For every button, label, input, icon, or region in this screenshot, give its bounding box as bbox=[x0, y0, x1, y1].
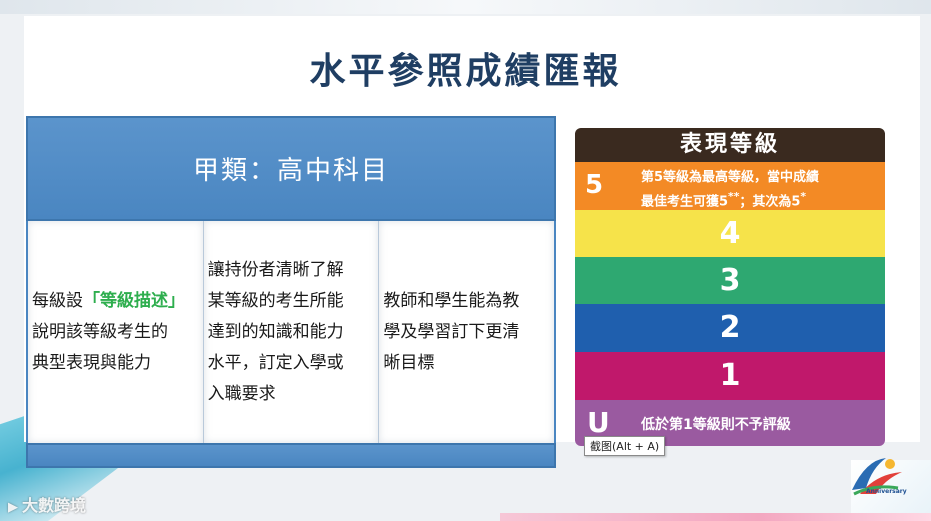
cell-text: 晰目標 bbox=[383, 352, 435, 373]
level-3-row: 3 bbox=[575, 257, 885, 304]
level-5-description: 第5等級為最高等級，當中成績 最佳考生可獲5**；其次為5* bbox=[641, 168, 819, 211]
cell-text: 入職要求 bbox=[207, 383, 276, 404]
table-body: 每級設「等級描述」說明該等級考生的 典型表現與能力 讓持份者清晰了解 某等級的考生所… bbox=[26, 221, 556, 443]
cell-line: 教師和學生能為教 bbox=[383, 286, 550, 317]
watermark-text: 大數跨境 bbox=[22, 496, 87, 515]
cell-line: 達到的知識和能力 bbox=[208, 317, 375, 348]
level-2-row: 2 bbox=[575, 304, 885, 352]
table-cell-descriptors: 每級設「等級描述」說明該等級考生的 典型表現與能力 bbox=[28, 221, 204, 443]
cell-line: 學及學習訂下更清 bbox=[383, 317, 550, 348]
cell-line: 說明該等級考生的 bbox=[32, 317, 199, 348]
cell-line: 某等級的考生所能 bbox=[208, 286, 375, 317]
level-4-row: 4 bbox=[575, 210, 885, 257]
highlight-text: 「等級描述」 bbox=[83, 290, 185, 311]
table-cell-teachers: 教師和學生能為教 學及學習訂下更清 晰目標 bbox=[379, 221, 554, 443]
level-5-desc-line2b: ；其次為5 bbox=[739, 194, 801, 210]
level-1-row: 1 bbox=[575, 352, 885, 400]
cell-text: 水平，訂定入學或 bbox=[207, 352, 344, 373]
cell-line: 讓持份者清晰了解 bbox=[208, 255, 375, 286]
page-title: 水平參照成績匯報 bbox=[309, 51, 622, 92]
background-top-stripe bbox=[0, 0, 931, 14]
cell-text: 達到的知識和能力 bbox=[207, 321, 344, 342]
level-5-desc-line1: 第5等級為最高等級，當中成績 bbox=[641, 170, 820, 185]
level-5-desc-sup2: * bbox=[800, 190, 807, 203]
cell-line: 每級設「等級描述」 bbox=[32, 286, 199, 317]
table-header: 甲類：高中科目 bbox=[26, 116, 556, 221]
cell-text: 典型表現與能力 bbox=[32, 352, 151, 373]
cell-text: 某等級的考生所能 bbox=[207, 290, 344, 311]
cell-text: 學及學習訂下更清 bbox=[383, 321, 520, 342]
screenshot-tooltip: 截图(Alt + A) bbox=[584, 436, 666, 456]
level-5-number: 5 bbox=[585, 170, 604, 200]
level-5-row: 5 第5等級為最高等級，當中成績 最佳考生可獲5**；其次為5* bbox=[575, 162, 885, 210]
background-pink-bar bbox=[500, 513, 931, 521]
cell-line: 晰目標 bbox=[383, 348, 550, 379]
level-u-number: U bbox=[587, 406, 610, 439]
table-cell-stakeholders: 讓持份者清晰了解 某等級的考生所能 達到的知識和能力 水平，訂定入學或 入職要求 bbox=[204, 221, 380, 443]
level-5-desc-line2a: 最佳考生可獲5 bbox=[641, 194, 729, 210]
table-footer bbox=[26, 443, 556, 468]
levels-header: 表現等級 bbox=[575, 128, 885, 162]
anniversary-logo-text: Anniversary bbox=[866, 488, 907, 495]
cell-text: 讓持份者清晰了解 bbox=[207, 259, 344, 280]
level-5-desc-sup1: ** bbox=[728, 190, 740, 203]
cell-text: 說明該等級考生的 bbox=[32, 321, 168, 342]
cell-line: 水平，訂定入學或 bbox=[208, 348, 375, 379]
cell-text: 每級設 bbox=[32, 290, 83, 311]
cell-line: 典型表現與能力 bbox=[32, 348, 199, 379]
category-a-table: 甲類：高中科目 每級設「等級描述」說明該等級考生的 典型表現與能力 讓持份者清晰了… bbox=[26, 116, 556, 468]
cell-text: 教師和學生能為教 bbox=[383, 290, 520, 311]
level-u-description: 低於第1等級則不予評級 bbox=[641, 417, 791, 433]
performance-levels-chart: 表現等級 5 第5等級為最高等級，當中成績 最佳考生可獲5**；其次為5* 4 … bbox=[575, 128, 885, 446]
watermark: ▶ 大數跨境 bbox=[8, 492, 86, 516]
play-logo-icon: ▶ bbox=[8, 500, 18, 515]
cell-line: 入職要求 bbox=[208, 379, 375, 410]
